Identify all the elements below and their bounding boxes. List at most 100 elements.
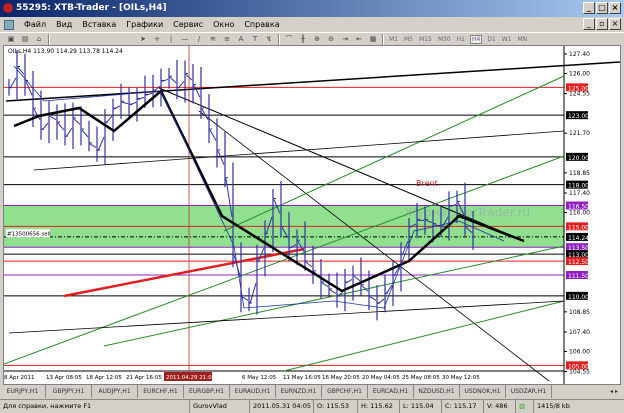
timeframe-m1[interactable]: M1 [388, 36, 399, 43]
chart-canvas[interactable]: Журнал ForTrader.ru125.00123.00120.00118… [4, 46, 620, 384]
status-help: Для справки, нажмите F1 [0, 400, 190, 413]
trend-line [4, 155, 565, 365]
symbol-tab[interactable]: EURCHF,H1 [138, 385, 184, 398]
status-open: O: 115.53 [314, 400, 358, 413]
price-tick-label: 121.70 [569, 130, 590, 137]
time-label: 30 May 12:05 [442, 375, 480, 381]
timeframe-h1[interactable]: H1 [456, 36, 466, 43]
time-label: 13 Apr 08:05 [46, 375, 82, 381]
price-bar [249, 282, 257, 304]
price-level-label: 123.00 [568, 113, 589, 120]
symbol-tab[interactable]: USDNOK,H1 [460, 385, 506, 398]
timeframe-m5[interactable]: M5 [403, 36, 414, 43]
indicators-icon[interactable]: ▦ [368, 34, 378, 45]
line-chart-icon[interactable]: ⌒ [284, 34, 294, 45]
text-icon[interactable]: A [236, 34, 246, 45]
symbol-tab[interactable]: EURGBP,H1 [184, 385, 230, 398]
timeframe-h4[interactable]: H4 [469, 34, 483, 44]
time-label: 2011.04.29 21:05 [166, 375, 216, 381]
timeframe-w1[interactable]: W1 [501, 36, 513, 43]
price-tick-label: 104.55 [569, 369, 590, 376]
price-level-label: 112.50 [568, 259, 589, 266]
maximize-button[interactable]: □ [596, 2, 608, 14]
menu-tools[interactable]: Сервис [173, 20, 203, 29]
timeframe-m30[interactable]: M30 [437, 36, 452, 43]
vertical-line-icon[interactable]: | [166, 34, 176, 45]
symbol-tab[interactable]: EURJPY,H1 [0, 385, 46, 398]
price-level-label: 118.00 [568, 183, 589, 190]
arrows-icon[interactable]: ↯ [264, 34, 274, 45]
app-logo-icon [3, 3, 13, 13]
minimize-button[interactable]: _ [583, 2, 595, 14]
symbol-tab[interactable]: NZDUSD,H1 [414, 385, 460, 398]
time-label: 21 Apr 16:05 [126, 375, 162, 381]
price-bar [89, 143, 97, 148]
menu-help[interactable]: Справка [244, 20, 279, 29]
autoscroll-icon[interactable]: ⇥ [340, 34, 350, 45]
horizontal-line-icon[interactable]: — [180, 34, 190, 45]
timeframe-d1[interactable]: D1 [486, 36, 496, 43]
trendline-icon[interactable]: / [194, 34, 204, 45]
price-bar [377, 298, 385, 305]
tab-scroll-arrows-icon[interactable]: ◂ ▸ [604, 385, 624, 398]
time-label: 11 May 16:05 [283, 375, 321, 381]
symbol-tab[interactable]: EURNZD,H1 [276, 385, 322, 398]
channel-icon[interactable]: ≋ [208, 34, 218, 45]
zoom-in-icon[interactable]: ⊕ [312, 34, 322, 45]
toolbar-divider [48, 33, 50, 45]
order-label: #13500656 sell [7, 231, 51, 237]
timeframe-m15[interactable]: M15 [418, 36, 433, 43]
trend-line [63, 247, 305, 298]
terminal-icon[interactable]: ⌂ [34, 34, 44, 45]
fibonacci-icon[interactable]: ≡ [222, 34, 232, 45]
navigator-icon[interactable]: ▤ [20, 34, 30, 45]
price-bar [113, 105, 121, 110]
menu-file[interactable]: Файл [24, 20, 46, 29]
status-datetime: 2011.05.31 04:05 [250, 400, 314, 413]
price-bar [81, 129, 89, 138]
status-high: H: 115.62 [358, 400, 400, 413]
price-tick-label: 126.00 [569, 70, 590, 77]
chart-shift-icon[interactable]: ⇤ [354, 34, 364, 45]
cursor-icon[interactable]: ➤ [138, 34, 148, 45]
price-level-label: 115.00 [568, 224, 589, 231]
price-bar [97, 136, 105, 152]
symbol-tab[interactable]: AUDJPY,H1 [92, 385, 138, 398]
market-watch-icon[interactable]: ▣ [6, 34, 16, 45]
price-chart[interactable]: Журнал ForTrader.ru 125.00 123.00 120.00 118… [3, 45, 621, 385]
symbol-tab[interactable]: EURAUD,H1 [230, 385, 276, 398]
crosshair-icon[interactable]: + [152, 34, 162, 45]
time-label: 6 May 12:05 [242, 375, 277, 381]
time-label: 18 Apr 12:05 [86, 375, 122, 381]
price-bar [321, 282, 329, 287]
price-bar [57, 122, 65, 131]
toolbar-divider [382, 33, 384, 45]
price-bar [105, 115, 113, 124]
symbol-tab[interactable]: GBPJPY,H1 [46, 385, 92, 398]
mdi-close-button[interactable]: × [609, 18, 621, 30]
price-tick-label: 124.55 [569, 91, 590, 98]
toolbar: ▣ ▤ ⌂ ➤ + | — / ≋ ≡ A T ↯ ⌒ ╫ ⊕ ⊖ ⇥ ⇤ ▦ … [0, 32, 624, 45]
price-tick-label: 107.40 [569, 329, 590, 336]
chart-window-icon[interactable] [4, 19, 14, 30]
toolbar-divider [278, 33, 280, 45]
timeframe-mn[interactable]: MN [517, 36, 529, 43]
candles-icon[interactable]: ╫ [298, 34, 308, 45]
menu-window[interactable]: Окно [213, 20, 234, 29]
menu-insert[interactable]: Вставка [82, 20, 116, 29]
price-tick-label: 116.00 [569, 209, 590, 216]
price-bar [217, 150, 225, 166]
price-bar [17, 67, 25, 75]
label-icon[interactable]: T [250, 34, 260, 45]
symbol-tabs: EURJPY,H1 GBPJPY,H1 AUDJPY,H1 EURCHF,H1 EURG… [0, 385, 624, 398]
zoom-out-icon[interactable]: ⊖ [326, 34, 336, 45]
symbol-tab[interactable]: EURCAD,H1 [368, 385, 414, 398]
symbol-tab[interactable]: USDZAR,H1 [506, 385, 552, 398]
menu-charts[interactable]: Графики [126, 20, 163, 29]
mdi-restore-button[interactable]: ▫ [596, 18, 608, 30]
mdi-minimize-button[interactable]: _ [583, 18, 595, 30]
symbol-tab[interactable]: GBPCHF,H1 [322, 385, 368, 398]
menu-view[interactable]: Вид [56, 20, 72, 29]
close-button[interactable]: × [609, 2, 621, 14]
menu-bar: Файл Вид Вставка Графики Сервис Окно Спр… [0, 17, 580, 32]
